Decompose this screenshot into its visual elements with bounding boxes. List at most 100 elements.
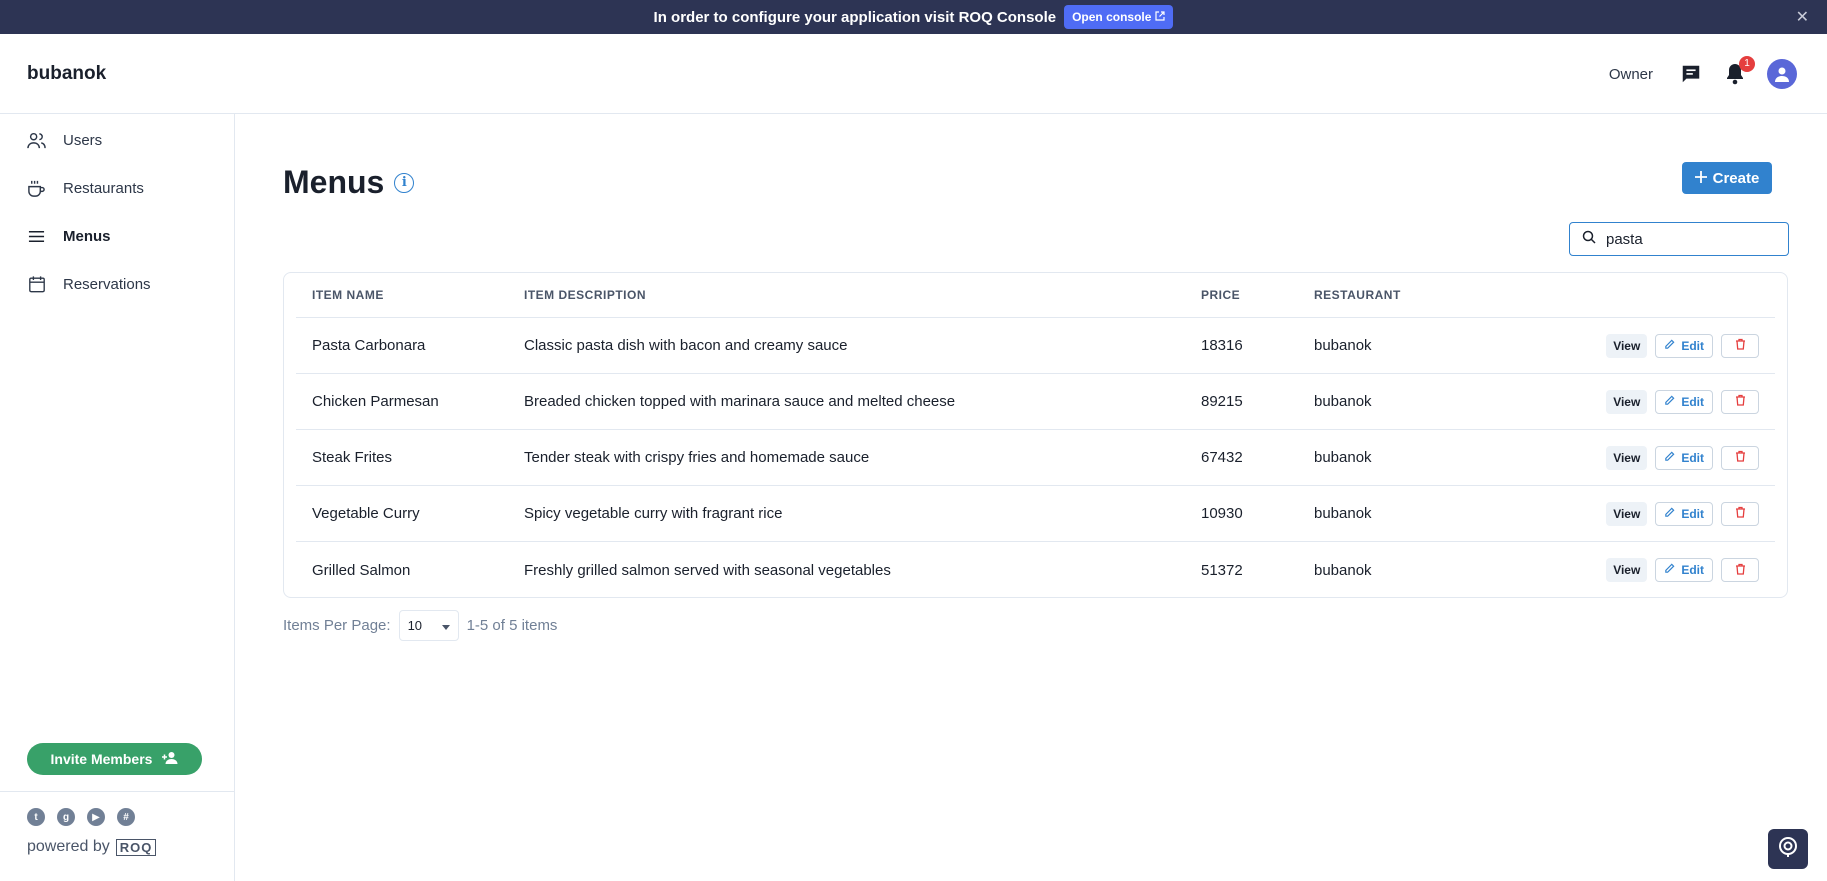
sidebar: Users Restaurants Menus Reservations Inv… <box>0 114 235 881</box>
edit-button[interactable]: Edit <box>1655 501 1713 526</box>
table-header: ITEM NAME ITEM DESCRIPTION PRICE RESTAUR… <box>296 273 1775 318</box>
top-header: bubanok Owner 1 <box>0 34 1827 114</box>
trash-icon <box>1735 337 1746 354</box>
edit-button[interactable]: Edit <box>1655 333 1713 358</box>
role-label: Owner <box>1608 65 1653 83</box>
sidebar-item-label: Reservations <box>63 275 151 293</box>
create-label: Create <box>1712 169 1760 187</box>
pagination: Items Per Page: 10 1-5 of 5 items <box>283 610 557 641</box>
view-button[interactable]: View <box>1606 445 1648 470</box>
search-icon <box>1582 230 1596 249</box>
sidebar-item-reservations[interactable]: Reservations <box>0 260 234 308</box>
item-name-cell: Vegetable Curry <box>312 505 420 522</box>
restaurant-cell: bubanok <box>1314 561 1372 579</box>
view-button[interactable]: View <box>1606 501 1648 526</box>
price-cell: 67432 <box>1201 449 1243 466</box>
item-description-cell: Freshly grilled salmon served with seaso… <box>524 561 891 579</box>
twitter-icon[interactable]: t <box>27 808 45 826</box>
view-button[interactable]: View <box>1606 389 1648 414</box>
search-input[interactable] <box>1606 230 1756 248</box>
table-row: Grilled Salmon Freshly grilled salmon ser… <box>296 542 1775 598</box>
menus-table: ITEM NAME ITEM DESCRIPTION PRICE RESTAUR… <box>283 272 1788 598</box>
cup-icon <box>27 179 46 198</box>
edit-label: Edit <box>1681 450 1704 465</box>
help-icon <box>1778 836 1798 863</box>
sidebar-footer: t g ▶ # powered by ROQ <box>0 791 235 856</box>
help-button[interactable] <box>1768 829 1808 869</box>
roq-logo[interactable]: ROQ <box>115 838 157 856</box>
sidebar-item-label: Menus <box>63 227 111 245</box>
column-header-item-description: ITEM DESCRIPTION <box>524 288 647 302</box>
info-icon[interactable]: i <box>394 172 415 193</box>
item-description-cell: Tender steak with crispy fries and homem… <box>524 449 870 466</box>
youtube-icon[interactable]: ▶ <box>87 808 105 826</box>
edit-button[interactable]: Edit <box>1655 445 1713 470</box>
sidebar-item-users[interactable]: Users <box>0 116 234 164</box>
pencil-icon <box>1664 507 1675 521</box>
sidebar-item-restaurants[interactable]: Restaurants <box>0 164 234 212</box>
table-row: Vegetable Curry Spicy vegetable curry wit… <box>296 486 1775 542</box>
trash-icon <box>1735 449 1746 466</box>
price-cell: 10930 <box>1201 505 1243 522</box>
delete-button[interactable] <box>1721 501 1759 526</box>
chat-icon[interactable] <box>1679 62 1703 86</box>
price-cell: 51372 <box>1201 561 1243 579</box>
item-description-cell: Spicy vegetable curry with fragrant rice <box>524 505 783 522</box>
pencil-icon <box>1664 563 1675 577</box>
invite-members-button[interactable]: Invite Members <box>27 743 202 775</box>
restaurant-cell: bubanok <box>1314 393 1372 410</box>
table-row: Chicken Parmesan Breaded chicken topped w… <box>296 374 1775 430</box>
edit-button[interactable]: Edit <box>1655 389 1713 414</box>
table-row: Steak Frites Tender steak with crispy fri… <box>296 430 1775 486</box>
pencil-icon <box>1664 451 1675 465</box>
pagination-summary: 1-5 of 5 items <box>466 617 558 634</box>
slack-icon[interactable]: # <box>117 808 135 826</box>
item-name-cell: Grilled Salmon <box>312 561 411 579</box>
delete-button[interactable] <box>1721 558 1759 582</box>
page-title: Menus i <box>283 164 415 201</box>
console-banner: In order to configure your application v… <box>0 0 1827 34</box>
pencil-icon <box>1664 395 1675 409</box>
search-field[interactable] <box>1569 222 1789 256</box>
delete-button[interactable] <box>1721 333 1759 358</box>
view-button[interactable]: View <box>1606 333 1648 358</box>
brand-name: bubanok <box>27 62 107 84</box>
powered-by: powered by ROQ <box>27 838 208 856</box>
items-per-page-label: Items Per Page: <box>283 617 391 634</box>
items-per-page-value: 10 <box>407 618 423 633</box>
banner-text: In order to configure your application v… <box>653 8 1057 26</box>
sidebar-item-menus[interactable]: Menus <box>0 212 234 260</box>
users-icon <box>27 131 46 150</box>
sidebar-item-label: Users <box>63 131 103 149</box>
github-icon[interactable]: g <box>57 808 75 826</box>
column-header-price: PRICE <box>1201 288 1241 302</box>
chevron-down-icon <box>441 618 450 633</box>
calendar-icon <box>27 275 46 294</box>
edit-label: Edit <box>1681 394 1704 409</box>
restaurant-cell: bubanok <box>1314 505 1372 522</box>
avatar[interactable] <box>1767 59 1797 89</box>
create-button[interactable]: Create <box>1682 162 1772 194</box>
view-button[interactable]: View <box>1606 558 1648 582</box>
item-name-cell: Pasta Carbonara <box>312 337 426 354</box>
delete-button[interactable] <box>1721 389 1759 414</box>
notification-badge: 1 <box>1739 56 1755 72</box>
menu-icon <box>27 227 46 246</box>
price-cell: 89215 <box>1201 393 1243 410</box>
invite-members-label: Invite Members <box>50 751 153 767</box>
column-header-item-name: ITEM NAME <box>312 288 384 302</box>
pencil-icon <box>1664 339 1675 353</box>
open-console-label: Open console <box>1072 10 1152 24</box>
bell-icon[interactable]: 1 <box>1723 56 1755 86</box>
trash-icon <box>1735 505 1746 522</box>
close-icon[interactable]: ✕ <box>1796 7 1809 27</box>
page-title-text: Menus <box>283 164 385 200</box>
open-console-button[interactable]: Open console <box>1064 5 1174 29</box>
edit-label: Edit <box>1681 563 1704 577</box>
edit-button[interactable]: Edit <box>1655 558 1713 582</box>
delete-button[interactable] <box>1721 445 1759 470</box>
items-per-page-select[interactable]: 10 <box>398 610 459 641</box>
edit-label: Edit <box>1681 506 1704 521</box>
external-link-icon <box>1155 10 1166 24</box>
item-name-cell: Chicken Parmesan <box>312 393 439 410</box>
